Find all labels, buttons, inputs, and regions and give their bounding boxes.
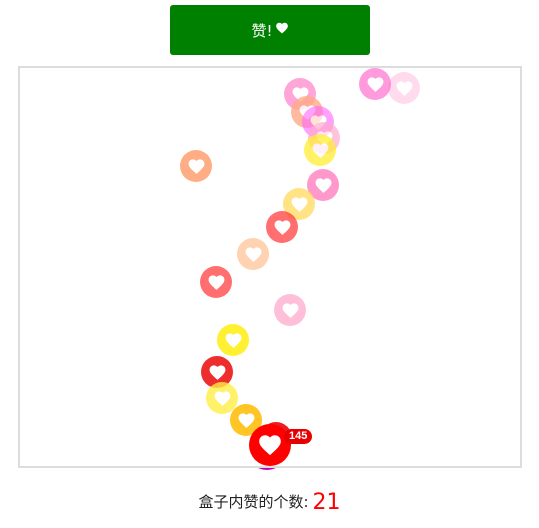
floating-heart: [217, 324, 249, 356]
like-button[interactable]: 赞!: [170, 5, 370, 55]
floating-heart: [304, 134, 336, 166]
heart-icon: [225, 332, 241, 348]
heart-icon: [315, 177, 331, 193]
like-count-badge: 145: [284, 429, 313, 444]
floating-heart: [266, 211, 298, 243]
heart-icon: [312, 142, 328, 158]
floating-heart: [388, 72, 420, 104]
heart-icon: [188, 158, 204, 174]
box-like-counter: 盒子内赞的个数: 21: [0, 490, 539, 515]
floating-heart: [200, 266, 232, 298]
heart-icon: [396, 80, 412, 96]
counter-label: 盒子内赞的个数:: [198, 493, 309, 511]
heart-icon: [275, 21, 289, 39]
like-box: [18, 66, 522, 468]
floating-heart: [180, 150, 212, 182]
counter-value: 21: [312, 490, 341, 515]
heart-icon: [238, 412, 254, 428]
heart-icon: [209, 364, 225, 380]
heart-icon: [259, 435, 281, 456]
heart-icon: [367, 76, 383, 92]
heart-icon: [245, 246, 261, 262]
like-button-label: 赞!: [251, 21, 273, 40]
heart-icon: [214, 390, 230, 406]
floating-heart: [359, 68, 391, 100]
heart-icon: [291, 196, 307, 212]
floating-heart: [274, 294, 306, 326]
like-source-bubble[interactable]: [247, 424, 291, 470]
heart-icon: [208, 274, 224, 290]
heart-icon: [282, 302, 298, 318]
heart-icon: [274, 219, 290, 235]
floating-heart: [237, 238, 269, 270]
